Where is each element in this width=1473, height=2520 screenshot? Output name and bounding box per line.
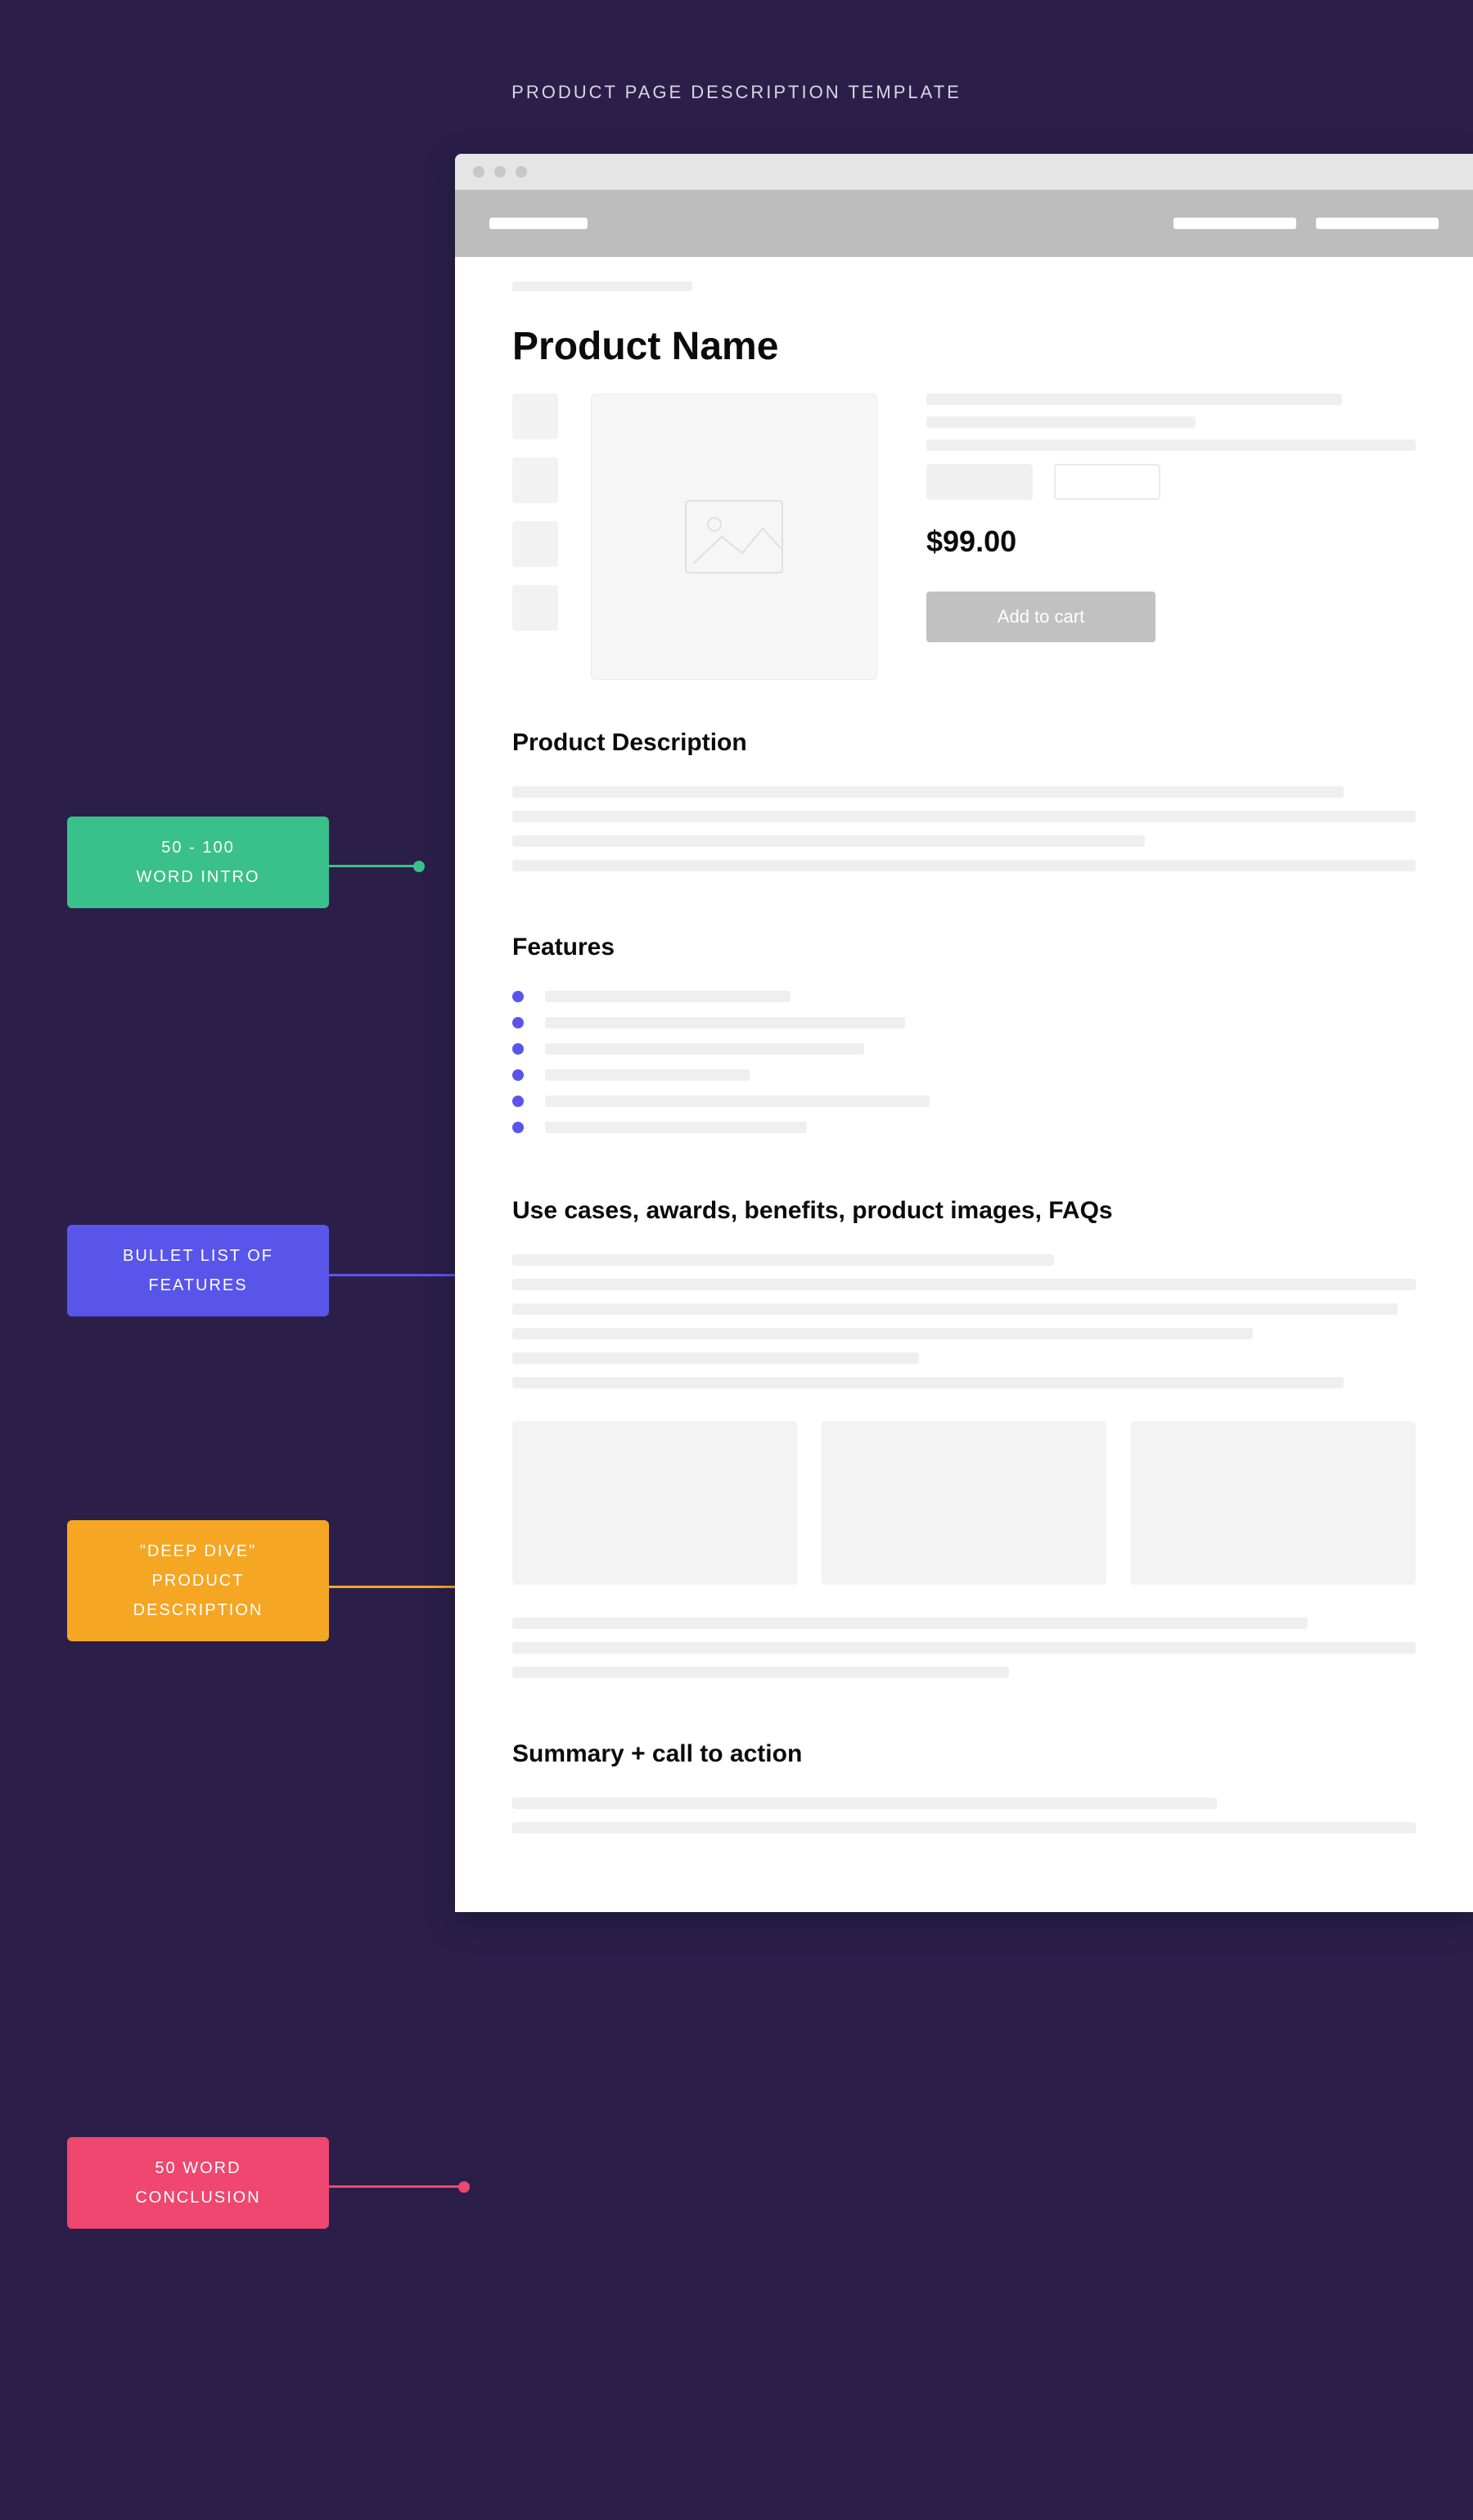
feature-item [512,1096,1416,1107]
section-summary: Summary + call to action [455,1691,1473,1912]
connector-features [329,1274,464,1276]
bullet-icon [512,1017,524,1028]
annotation-conclusion: 50 WORD CONCLUSION [67,2137,329,2229]
annotation-features-label: BULLET LIST OF FEATURES [123,1241,273,1300]
image-row [512,1421,1416,1585]
diagram-canvas: PRODUCT PAGE DESCRIPTION TEMPLATE 50 - 1… [0,0,1473,2520]
thumbnail[interactable] [512,585,558,631]
section-deepdive: Use cases, awards, benefits, product ima… [455,1148,1473,1678]
nav-item-placeholder [1173,218,1296,229]
image-placeholder-icon [685,500,783,574]
logo-placeholder [489,218,588,229]
section-features: Features [455,884,1473,1133]
bullet-icon [512,1122,524,1133]
product-name: Product Name [455,291,1473,394]
variant-selectors [926,464,1416,500]
nav-item-placeholder [1316,218,1439,229]
image-block [822,1421,1106,1585]
bullet-icon [512,1043,524,1055]
feature-item [512,1122,1416,1133]
annotation-deepdive: "DEEP DIVE" PRODUCT DESCRIPTION [67,1520,329,1641]
text-placeholder [545,1069,750,1081]
thumbnail[interactable] [512,394,558,439]
annotation-intro-label: 50 - 100 WORD INTRO [136,833,259,892]
annotation-features: BULLET LIST OF FEATURES [67,1225,329,1316]
section-title: Features [512,934,1416,961]
section-title: Use cases, awards, benefits, product ima… [512,1197,1416,1225]
thumbnail[interactable] [512,457,558,503]
page-title: PRODUCT PAGE DESCRIPTION TEMPLATE [0,82,1473,103]
section-description: Product Description [455,680,1473,871]
thumbnail[interactable] [512,521,558,567]
text-placeholder [926,394,1342,405]
paragraph-placeholder [512,1798,1416,1834]
image-block [1131,1421,1416,1585]
connector-conclusion [329,2185,464,2188]
text-placeholder [545,1096,930,1107]
add-to-cart-button[interactable]: Add to cart [926,592,1155,642]
feature-item [512,1017,1416,1028]
paragraph-placeholder [512,1618,1416,1678]
bullet-icon [512,1096,524,1107]
browser-titlebar [455,154,1473,190]
features-list [512,991,1416,1133]
bullet-icon [512,1069,524,1081]
text-placeholder [545,1017,905,1028]
image-block [512,1421,797,1585]
annotation-deepdive-label: "DEEP DIVE" PRODUCT DESCRIPTION [133,1537,264,1625]
main-product-image [591,394,877,680]
breadcrumb [455,257,1473,291]
annotation-intro: 50 - 100 WORD INTRO [67,817,329,908]
nav-links [1173,218,1439,229]
product-top-section: $99.00 Add to cart [455,394,1473,680]
connector-intro [329,865,419,867]
feature-item [512,1069,1416,1081]
connector-deepdive [329,1586,464,1588]
variant-selector[interactable] [926,464,1033,500]
text-placeholder [926,439,1416,451]
window-dot [473,166,484,178]
feature-item [512,1043,1416,1055]
product-price: $99.00 [926,524,1416,559]
paragraph-placeholder [512,786,1416,871]
breadcrumb-placeholder [512,281,692,291]
text-placeholder [545,1122,807,1133]
feature-item [512,991,1416,1002]
text-placeholder [926,416,1196,428]
browser-window: Product Name $99.00 [455,154,1473,1912]
variant-selector[interactable] [1054,464,1160,500]
section-title: Summary + call to action [512,1740,1416,1768]
site-navbar [455,190,1473,257]
paragraph-placeholder [512,1254,1416,1388]
text-placeholder [545,1043,864,1055]
annotation-conclusion-label: 50 WORD CONCLUSION [135,2153,260,2212]
product-info-panel: $99.00 Add to cart [910,394,1416,680]
window-dot [494,166,506,178]
section-title: Product Description [512,729,1416,757]
bullet-icon [512,991,524,1002]
thumbnail-list [512,394,558,680]
window-dot [516,166,527,178]
text-placeholder [545,991,791,1002]
